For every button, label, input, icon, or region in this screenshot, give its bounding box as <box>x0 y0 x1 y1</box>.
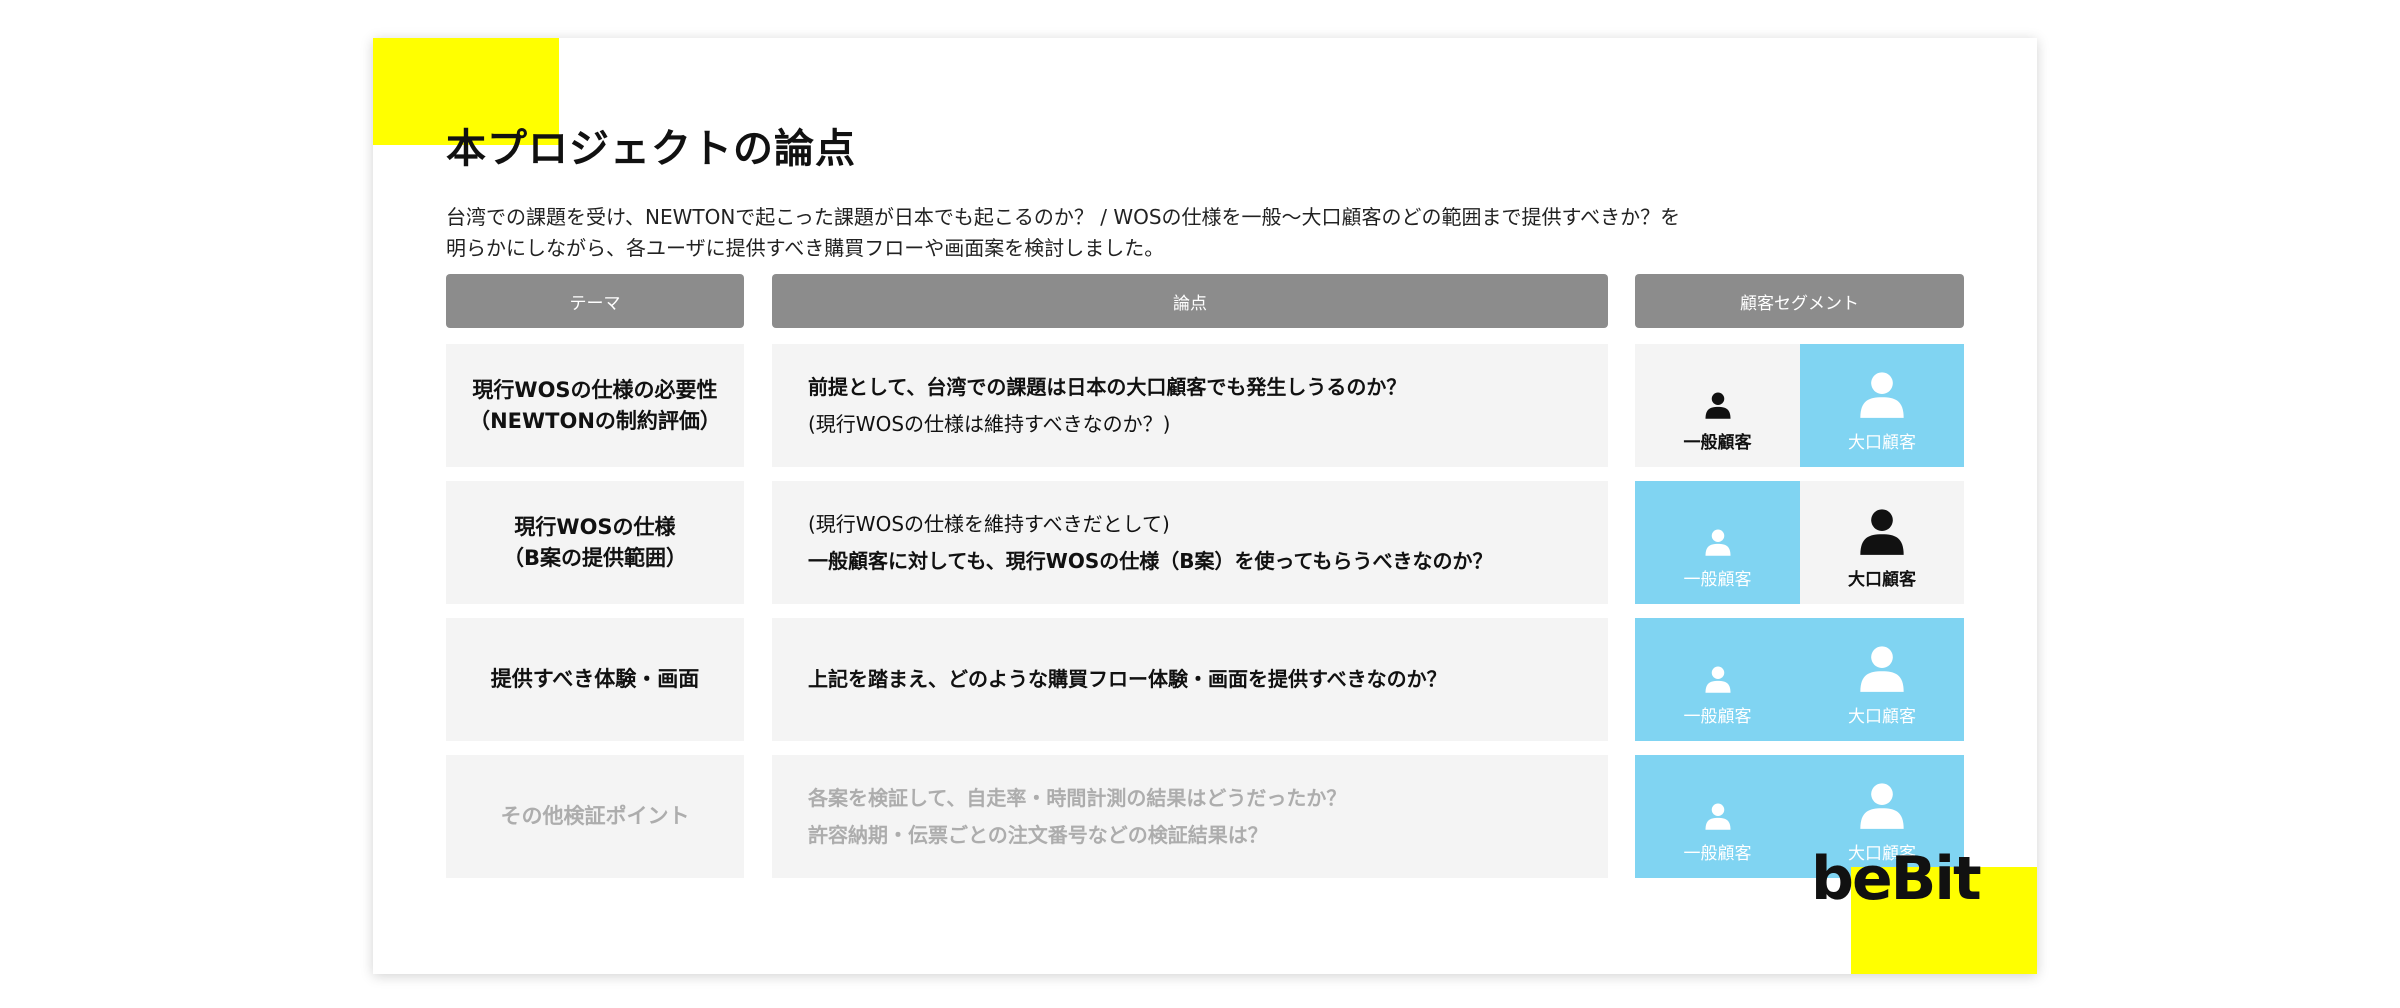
issue-line: (現行WOSの仕様は維持すべきなのか？) <box>808 411 1171 436</box>
theme-line: （B案の提供範囲） <box>502 545 687 570</box>
theme-cell: 現行WOSの仕様の必要性 （NEWTONの制約評価） <box>446 344 744 467</box>
header-theme: テーマ <box>446 274 744 328</box>
theme-line: （NEWTONの制約評価） <box>469 408 721 433</box>
issue-cell: (現行WOSの仕様を維持すべきだとして) 一般顧客に対しても、現行WOSの仕様（B… <box>772 481 1608 604</box>
general-customer-segment: 一般顧客 <box>1635 618 1800 741</box>
description-line: 明らかにしながら、各ユーザに提供すべき購買フローや画面案を検討しました。 <box>446 236 1165 260</box>
person-icon <box>1703 801 1733 831</box>
table-row: その他検証ポイント 各案を検証して、自走率・時間計測の結果はどうだったか？ 許容納期… <box>373 755 2037 878</box>
person-icon <box>1703 527 1733 557</box>
large-customer-segment: 大口顧客 <box>1800 618 1964 741</box>
general-customer-label: 一般顧客 <box>1683 570 1752 590</box>
person-icon <box>1856 642 1908 694</box>
theme-line: 現行WOSの仕様の必要性 <box>472 377 718 402</box>
general-customer-segment: 一般顧客 <box>1635 755 1800 878</box>
issue-cell: 各案を検証して、自走率・時間計測の結果はどうだったか？ 許容納期・伝票ごとの注文番… <box>772 755 1608 878</box>
header-segment: 顧客セグメント <box>1635 274 1964 328</box>
person-icon <box>1703 390 1733 420</box>
general-customer-label: 一般顧客 <box>1683 844 1752 864</box>
theme-cell: 現行WOSの仕様 （B案の提供範囲） <box>446 481 744 604</box>
table-row: 提供すべき体験・画面 上記を踏まえ、どのような購買フロー体験・画面を提供すべきなの… <box>373 618 2037 741</box>
description-line: 台湾での課題を受け、NEWTONで起こった課題が日本でも起こるのか？ / WOS… <box>446 205 1681 229</box>
person-icon <box>1856 368 1908 420</box>
general-customer-label: 一般顧客 <box>1683 707 1752 727</box>
issue-line: 各案を検証して、自走率・時間計測の結果はどうだったか？ <box>808 785 1347 810</box>
issue-cell: 上記を踏まえ、どのような購買フロー体験・画面を提供すべきなのか？ <box>772 618 1608 741</box>
theme-cell: 提供すべき体験・画面 <box>446 618 744 741</box>
general-customer-segment: 一般顧客 <box>1635 344 1800 467</box>
header-issue: 論点 <box>772 274 1608 328</box>
slide: 本プロジェクトの論点 台湾での課題を受け、NEWTONで起こった課題が日本でも起… <box>373 38 2037 974</box>
theme-line: 提供すべき体験・画面 <box>490 667 700 691</box>
large-customer-label: 大口顧客 <box>1848 433 1916 453</box>
large-customer-segment: 大口顧客 <box>1800 344 1964 467</box>
table-row: 現行WOSの仕様 （B案の提供範囲） (現行WOSの仕様を維持すべきだとして) 一般顧… <box>373 481 2037 604</box>
person-icon <box>1703 664 1733 694</box>
person-icon <box>1856 505 1908 557</box>
person-icon <box>1856 779 1908 831</box>
large-customer-segment: 大口顧客 <box>1800 481 1964 604</box>
page-title: 本プロジェクトの論点 <box>446 126 856 172</box>
table-row: 現行WOSの仕様の必要性 （NEWTONの制約評価） 前提として、台湾での課題は日本… <box>373 344 2037 467</box>
theme-line: 現行WOSの仕様 <box>514 514 676 539</box>
general-customer-label: 一般顧客 <box>1683 433 1752 453</box>
issue-line: (現行WOSの仕様を維持すべきだとして) <box>808 511 1170 536</box>
issue-line: 上記を踏まえ、どのような購買フロー体験・画面を提供すべきなのか？ <box>808 667 1447 691</box>
large-customer-label: 大口顧客 <box>1848 707 1916 727</box>
issue-line: 一般顧客に対しても、現行WOSの仕様（B案）を使ってもらうべきなのか？ <box>808 548 1493 573</box>
issue-line: 前提として、台湾での課題は日本の大口顧客でも発生しうるのか？ <box>808 374 1407 399</box>
description: 台湾での課題を受け、NEWTONで起こった課題が日本でも起こるのか？ / WOS… <box>446 202 1846 264</box>
general-customer-segment: 一般顧客 <box>1635 481 1800 604</box>
theme-line: その他検証ポイント <box>500 804 690 828</box>
large-customer-label: 大口顧客 <box>1848 570 1916 590</box>
issue-cell: 前提として、台湾での課題は日本の大口顧客でも発生しうるのか？ (現行WOSの仕様は… <box>772 344 1608 467</box>
issue-line: 許容納期・伝票ごとの注文番号などの検証結果は？ <box>808 822 1268 847</box>
theme-cell: その他検証ポイント <box>446 755 744 878</box>
bebit-logo: beBit <box>1811 844 1982 914</box>
